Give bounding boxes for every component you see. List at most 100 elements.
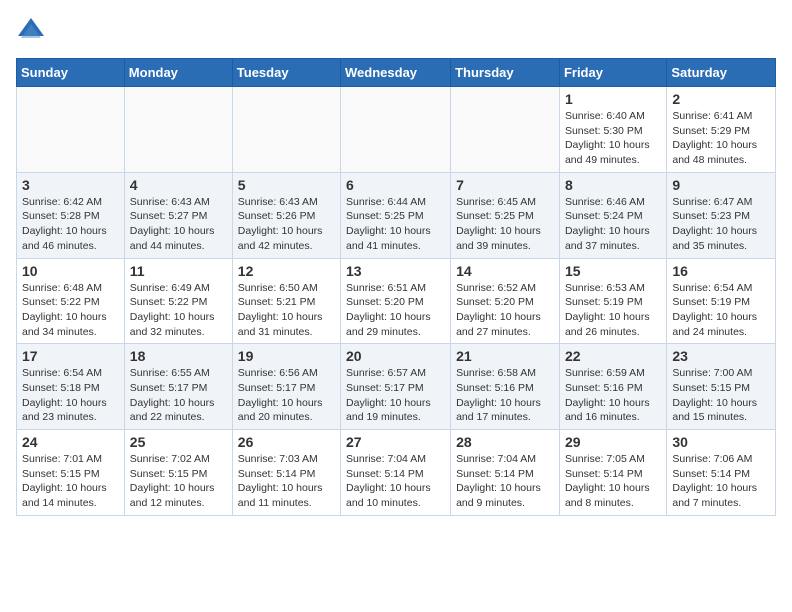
- calendar-week-row: 24 Sunrise: 7:01 AM Sunset: 5:15 PM Dayli…: [17, 430, 776, 516]
- day-info: Sunrise: 6:49 AM Sunset: 5:22 PM Dayligh…: [130, 281, 227, 340]
- day-number: 11: [130, 263, 227, 279]
- calendar-cell: 11 Sunrise: 6:49 AM Sunset: 5:22 PM Dayli…: [124, 258, 232, 344]
- day-number: 25: [130, 434, 227, 450]
- calendar-week-row: 17 Sunrise: 6:54 AM Sunset: 5:18 PM Dayli…: [17, 344, 776, 430]
- calendar-cell: 12 Sunrise: 6:50 AM Sunset: 5:21 PM Dayli…: [232, 258, 340, 344]
- logo-icon: [16, 16, 46, 46]
- day-info: Sunrise: 6:43 AM Sunset: 5:27 PM Dayligh…: [130, 195, 227, 254]
- day-number: 18: [130, 348, 227, 364]
- weekday-header: Monday: [124, 59, 232, 87]
- calendar-cell: [451, 87, 560, 173]
- day-info: Sunrise: 7:04 AM Sunset: 5:14 PM Dayligh…: [346, 452, 445, 511]
- day-info: Sunrise: 6:52 AM Sunset: 5:20 PM Dayligh…: [456, 281, 554, 340]
- calendar: SundayMondayTuesdayWednesdayThursdayFrid…: [16, 58, 776, 516]
- day-number: 23: [672, 348, 770, 364]
- day-number: 19: [238, 348, 335, 364]
- calendar-cell: 8 Sunrise: 6:46 AM Sunset: 5:24 PM Daylig…: [559, 172, 666, 258]
- calendar-cell: 28 Sunrise: 7:04 AM Sunset: 5:14 PM Dayli…: [451, 430, 560, 516]
- day-number: 5: [238, 177, 335, 193]
- calendar-week-row: 1 Sunrise: 6:40 AM Sunset: 5:30 PM Daylig…: [17, 87, 776, 173]
- header-row: SundayMondayTuesdayWednesdayThursdayFrid…: [17, 59, 776, 87]
- day-info: Sunrise: 6:57 AM Sunset: 5:17 PM Dayligh…: [346, 366, 445, 425]
- day-info: Sunrise: 6:43 AM Sunset: 5:26 PM Dayligh…: [238, 195, 335, 254]
- day-number: 8: [565, 177, 661, 193]
- weekday-header: Wednesday: [341, 59, 451, 87]
- calendar-cell: 3Sunrise: 6:42 AM Sunset: 5:28 PM Daylig…: [17, 172, 125, 258]
- day-number: 28: [456, 434, 554, 450]
- calendar-cell: 30 Sunrise: 7:06 AM Sunset: 5:14 PM Dayli…: [667, 430, 776, 516]
- calendar-cell: 18 Sunrise: 6:55 AM Sunset: 5:17 PM Dayli…: [124, 344, 232, 430]
- calendar-cell: 13 Sunrise: 6:51 AM Sunset: 5:20 PM Dayli…: [341, 258, 451, 344]
- weekday-header: Tuesday: [232, 59, 340, 87]
- day-number: 7: [456, 177, 554, 193]
- day-number: 20: [346, 348, 445, 364]
- day-number: 16: [672, 263, 770, 279]
- weekday-header: Saturday: [667, 59, 776, 87]
- logo: [16, 16, 50, 46]
- day-info: Sunrise: 6:58 AM Sunset: 5:16 PM Dayligh…: [456, 366, 554, 425]
- day-number: 13: [346, 263, 445, 279]
- calendar-cell: 9 Sunrise: 6:47 AM Sunset: 5:23 PM Daylig…: [667, 172, 776, 258]
- calendar-cell: 24 Sunrise: 7:01 AM Sunset: 5:15 PM Dayli…: [17, 430, 125, 516]
- day-info: Sunrise: 6:40 AM Sunset: 5:30 PM Dayligh…: [565, 109, 661, 168]
- day-number: 21: [456, 348, 554, 364]
- day-number: 12: [238, 263, 335, 279]
- day-number: 27: [346, 434, 445, 450]
- day-info: Sunrise: 7:01 AM Sunset: 5:15 PM Dayligh…: [22, 452, 119, 511]
- day-info: Sunrise: 6:51 AM Sunset: 5:20 PM Dayligh…: [346, 281, 445, 340]
- day-number: 24: [22, 434, 119, 450]
- day-number: 26: [238, 434, 335, 450]
- calendar-week-row: 10Sunrise: 6:48 AM Sunset: 5:22 PM Dayli…: [17, 258, 776, 344]
- calendar-cell: 6Sunrise: 6:44 AM Sunset: 5:25 PM Daylig…: [341, 172, 451, 258]
- day-number: 29: [565, 434, 661, 450]
- calendar-week-row: 3Sunrise: 6:42 AM Sunset: 5:28 PM Daylig…: [17, 172, 776, 258]
- day-number: 30: [672, 434, 770, 450]
- day-info: Sunrise: 6:41 AM Sunset: 5:29 PM Dayligh…: [672, 109, 770, 168]
- calendar-cell: 23 Sunrise: 7:00 AM Sunset: 5:15 PM Dayli…: [667, 344, 776, 430]
- day-info: Sunrise: 6:54 AM Sunset: 5:18 PM Dayligh…: [22, 366, 119, 425]
- calendar-cell: [341, 87, 451, 173]
- calendar-cell: 17 Sunrise: 6:54 AM Sunset: 5:18 PM Dayli…: [17, 344, 125, 430]
- day-info: Sunrise: 6:46 AM Sunset: 5:24 PM Dayligh…: [565, 195, 661, 254]
- day-info: Sunrise: 7:02 AM Sunset: 5:15 PM Dayligh…: [130, 452, 227, 511]
- calendar-cell: [124, 87, 232, 173]
- calendar-cell: 29Sunrise: 7:05 AM Sunset: 5:14 PM Dayli…: [559, 430, 666, 516]
- calendar-cell: 1 Sunrise: 6:40 AM Sunset: 5:30 PM Daylig…: [559, 87, 666, 173]
- calendar-cell: 16Sunrise: 6:54 AM Sunset: 5:19 PM Dayli…: [667, 258, 776, 344]
- calendar-cell: 4Sunrise: 6:43 AM Sunset: 5:27 PM Daylig…: [124, 172, 232, 258]
- day-info: Sunrise: 7:00 AM Sunset: 5:15 PM Dayligh…: [672, 366, 770, 425]
- weekday-header: Sunday: [17, 59, 125, 87]
- calendar-cell: 15 Sunrise: 6:53 AM Sunset: 5:19 PM Dayli…: [559, 258, 666, 344]
- day-info: Sunrise: 7:06 AM Sunset: 5:14 PM Dayligh…: [672, 452, 770, 511]
- day-number: 1: [565, 91, 661, 107]
- calendar-cell: 22Sunrise: 6:59 AM Sunset: 5:16 PM Dayli…: [559, 344, 666, 430]
- day-number: 9: [672, 177, 770, 193]
- weekday-header: Thursday: [451, 59, 560, 87]
- day-number: 17: [22, 348, 119, 364]
- calendar-cell: 10Sunrise: 6:48 AM Sunset: 5:22 PM Dayli…: [17, 258, 125, 344]
- day-info: Sunrise: 6:47 AM Sunset: 5:23 PM Dayligh…: [672, 195, 770, 254]
- weekday-header: Friday: [559, 59, 666, 87]
- calendar-cell: 19 Sunrise: 6:56 AM Sunset: 5:17 PM Dayli…: [232, 344, 340, 430]
- day-number: 14: [456, 263, 554, 279]
- calendar-cell: 7Sunrise: 6:45 AM Sunset: 5:25 PM Daylig…: [451, 172, 560, 258]
- calendar-cell: [232, 87, 340, 173]
- day-info: Sunrise: 6:53 AM Sunset: 5:19 PM Dayligh…: [565, 281, 661, 340]
- day-info: Sunrise: 6:48 AM Sunset: 5:22 PM Dayligh…: [22, 281, 119, 340]
- day-info: Sunrise: 6:44 AM Sunset: 5:25 PM Dayligh…: [346, 195, 445, 254]
- day-number: 2: [672, 91, 770, 107]
- calendar-cell: 21 Sunrise: 6:58 AM Sunset: 5:16 PM Dayli…: [451, 344, 560, 430]
- day-info: Sunrise: 6:59 AM Sunset: 5:16 PM Dayligh…: [565, 366, 661, 425]
- day-number: 15: [565, 263, 661, 279]
- day-info: Sunrise: 6:56 AM Sunset: 5:17 PM Dayligh…: [238, 366, 335, 425]
- day-info: Sunrise: 7:04 AM Sunset: 5:14 PM Dayligh…: [456, 452, 554, 511]
- calendar-header: SundayMondayTuesdayWednesdayThursdayFrid…: [17, 59, 776, 87]
- calendar-cell: 26 Sunrise: 7:03 AM Sunset: 5:14 PM Dayli…: [232, 430, 340, 516]
- calendar-cell: 2 Sunrise: 6:41 AM Sunset: 5:29 PM Daylig…: [667, 87, 776, 173]
- header: [16, 16, 776, 46]
- day-info: Sunrise: 7:03 AM Sunset: 5:14 PM Dayligh…: [238, 452, 335, 511]
- day-info: Sunrise: 6:50 AM Sunset: 5:21 PM Dayligh…: [238, 281, 335, 340]
- calendar-cell: 27 Sunrise: 7:04 AM Sunset: 5:14 PM Dayli…: [341, 430, 451, 516]
- day-number: 3: [22, 177, 119, 193]
- day-info: Sunrise: 6:55 AM Sunset: 5:17 PM Dayligh…: [130, 366, 227, 425]
